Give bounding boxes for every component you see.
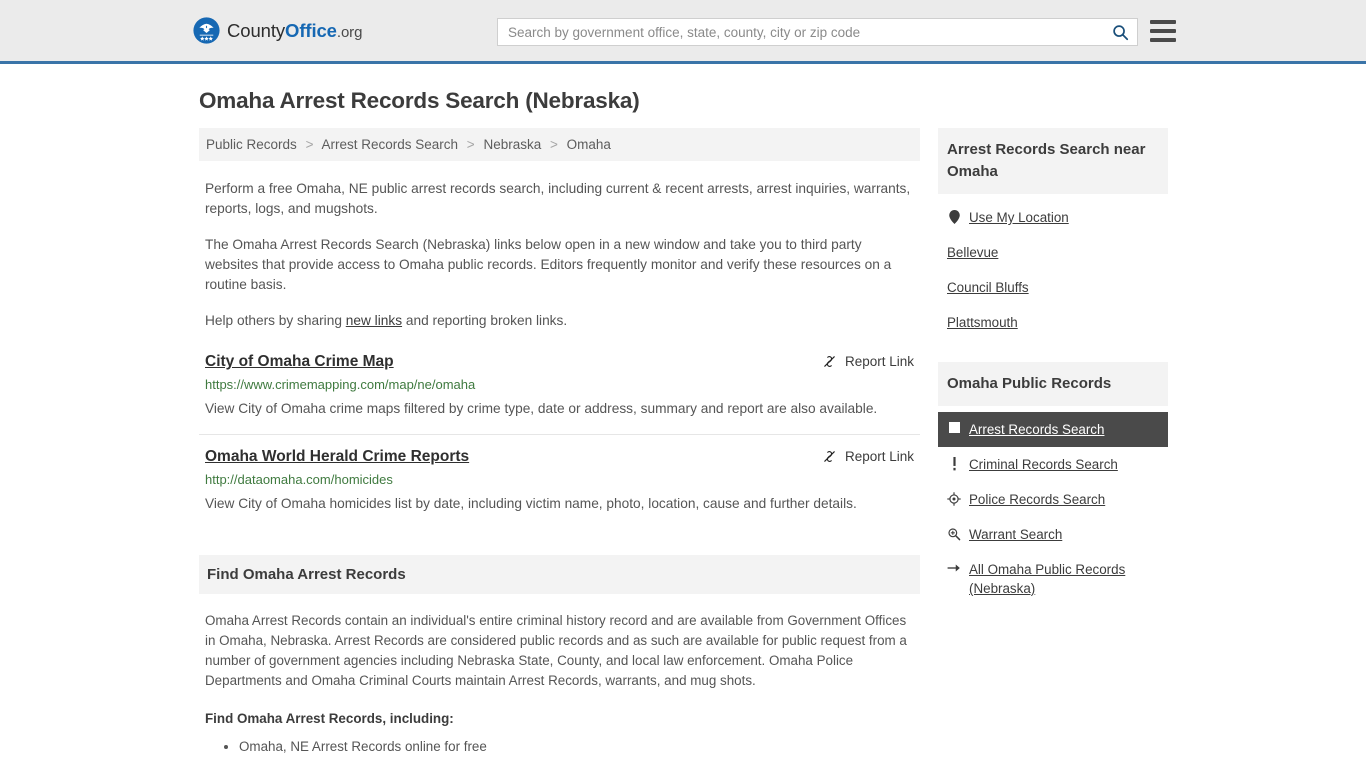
page-body: Omaha Arrest Records Search (Nebraska) P… — [0, 88, 1366, 757]
find-records-panel: Find Omaha Arrest Records Omaha Arrest R… — [199, 555, 920, 757]
intro-p3-before: Help others by sharing — [205, 313, 346, 328]
intro-paragraph-2: The Omaha Arrest Records Search (Nebrask… — [205, 237, 892, 292]
sidebar-item-warrant-search[interactable]: Warrant Search — [938, 517, 1168, 552]
magnifier-plus-icon — [947, 525, 961, 541]
hamburger-menu-icon[interactable] — [1150, 20, 1176, 42]
search-input[interactable] — [498, 19, 1103, 45]
sidebar-item-plattsmouth[interactable]: Plattsmouth — [938, 305, 1168, 340]
link-results-list: City of Omaha Crime Map Report Link http… — [199, 353, 920, 529]
site-header: CountyOffice.org — [0, 0, 1366, 64]
sidebar-item-criminal-records-search[interactable]: Criminal Records Search — [938, 447, 1168, 482]
sidebar-item-label: Arrest Records Search — [969, 422, 1105, 437]
new-links-link[interactable]: new links — [346, 313, 402, 328]
crosshair-icon — [947, 490, 961, 506]
main-column: Public Records > Arrest Records Search >… — [199, 128, 920, 757]
find-records-paragraph: Omaha Arrest Records contain an individu… — [205, 613, 907, 688]
result-header: City of Omaha Crime Map Report Link — [205, 353, 914, 371]
public-records-heading: Omaha Public Records — [938, 362, 1168, 406]
public-records-card: Omaha Public Records Arrest Records Sear… — [938, 362, 1168, 606]
sidebar: Arrest Records Search near Omaha Use My … — [938, 128, 1168, 757]
square-glyph — [948, 422, 960, 433]
breadcrumb-separator: > — [550, 137, 558, 152]
brand-part-county: County — [227, 19, 286, 41]
brand-part-org: .org — [336, 23, 363, 41]
breadcrumb-separator: > — [305, 137, 314, 152]
sidebar-item-label: Plattsmouth — [947, 315, 1018, 330]
result-header: Omaha World Herald Crime Reports Report … — [205, 448, 914, 466]
result-url[interactable]: http://dataomaha.com/homicides — [205, 472, 914, 487]
square-icon — [947, 420, 961, 433]
report-link-button[interactable]: Report Link — [822, 353, 914, 369]
result-description: View City of Omaha homicides list by dat… — [205, 496, 857, 511]
nearby-searches-list: Use My Location Bellevue Council Bluffs … — [938, 194, 1168, 340]
search-icon — [1112, 24, 1128, 40]
sidebar-item-label: Criminal Records Search — [969, 457, 1118, 472]
search-button[interactable] — [1103, 19, 1137, 45]
brand-part-office: Office — [285, 19, 337, 41]
nearby-searches-heading: Arrest Records Search near Omaha — [938, 128, 1168, 194]
find-records-lead-in: Find Omaha Arrest Records, including: — [205, 711, 454, 726]
intro-paragraph-3: Help others by sharing new links and rep… — [205, 311, 911, 331]
report-link-label: Report Link — [844, 354, 914, 369]
hamburger-bar — [1150, 38, 1176, 42]
sidebar-item-arrest-records-search[interactable]: Arrest Records Search — [938, 412, 1168, 447]
content-columns: Public Records > Arrest Records Search >… — [199, 128, 1366, 757]
eagle-badge-icon — [193, 17, 220, 44]
result-item: City of Omaha Crime Map Report Link http… — [199, 353, 920, 435]
breadcrumb-item-arrest-records-search[interactable]: Arrest Records Search — [321, 137, 458, 152]
find-records-bullet-list: Omaha, NE Arrest Records online for free — [205, 737, 914, 757]
find-records-body: Omaha Arrest Records contain an individu… — [199, 611, 920, 757]
result-title-link[interactable]: Omaha World Herald Crime Reports — [205, 448, 469, 466]
sidebar-item-bellevue[interactable]: Bellevue — [938, 235, 1168, 270]
report-link-label: Report Link — [844, 449, 914, 464]
hamburger-bar — [1150, 20, 1176, 24]
search-bar[interactable] — [497, 18, 1138, 46]
brand-wordmark: CountyOffice.org — [227, 20, 362, 42]
nearby-searches-card: Arrest Records Search near Omaha Use My … — [938, 128, 1168, 340]
sidebar-item-label: Council Bluffs — [947, 280, 1029, 295]
sidebar-item-label: Bellevue — [947, 245, 999, 260]
breadcrumb-item-public-records[interactable]: Public Records — [206, 137, 297, 152]
intro-text: Perform a free Omaha, NE public arrest r… — [199, 179, 920, 331]
sidebar-item-label: All Omaha Public Records (Nebraska) — [969, 562, 1126, 596]
result-title-link[interactable]: City of Omaha Crime Map — [205, 353, 394, 371]
page-title: Omaha Arrest Records Search (Nebraska) — [199, 88, 640, 113]
sidebar-item-police-records-search[interactable]: Police Records Search — [938, 482, 1168, 517]
sidebar-item-use-my-location[interactable]: Use My Location — [938, 200, 1168, 235]
map-pin-icon — [947, 208, 961, 224]
breadcrumb-item-omaha[interactable]: Omaha — [567, 137, 611, 152]
hamburger-bar — [1150, 29, 1176, 33]
sidebar-item-council-bluffs[interactable]: Council Bluffs — [938, 270, 1168, 305]
sidebar-item-label: Use My Location — [969, 210, 1069, 225]
breadcrumb-separator: > — [466, 137, 475, 152]
site-logo[interactable]: CountyOffice.org — [193, 17, 362, 44]
sidebar-item-label: Police Records Search — [969, 492, 1106, 507]
result-url[interactable]: https://www.crimemapping.com/map/ne/omah… — [205, 377, 914, 392]
result-description: View City of Omaha crime maps filtered b… — [205, 401, 878, 416]
public-records-list: Arrest Records Search Criminal Records S… — [938, 406, 1168, 606]
sidebar-item-all-omaha-public-records[interactable]: All Omaha Public Records (Nebraska) — [938, 552, 1168, 606]
exclamation-icon — [947, 455, 961, 471]
find-records-heading: Find Omaha Arrest Records — [199, 555, 920, 594]
broken-link-icon — [824, 451, 835, 462]
breadcrumb: Public Records > Arrest Records Search >… — [199, 128, 920, 161]
sidebar-item-label: Warrant Search — [969, 527, 1063, 542]
report-link-button[interactable]: Report Link — [822, 448, 914, 464]
broken-link-icon — [824, 356, 835, 367]
list-item: Omaha, NE Arrest Records online for free — [239, 737, 914, 757]
breadcrumb-item-nebraska[interactable]: Nebraska — [483, 137, 541, 152]
result-item: Omaha World Herald Crime Reports Report … — [199, 448, 920, 529]
intro-p3-after: and reporting broken links. — [402, 313, 568, 328]
intro-paragraph-1: Perform a free Omaha, NE public arrest r… — [205, 181, 911, 216]
arrow-right-icon — [947, 560, 961, 574]
